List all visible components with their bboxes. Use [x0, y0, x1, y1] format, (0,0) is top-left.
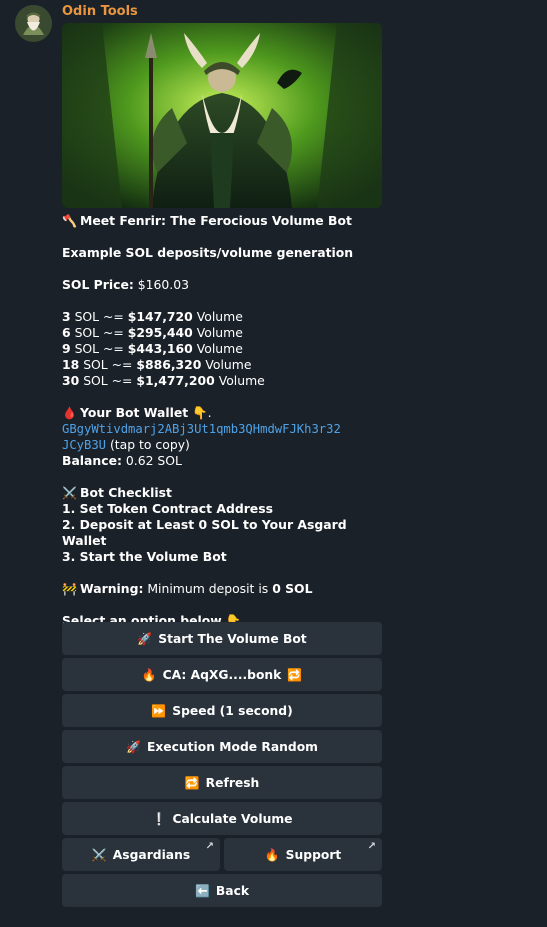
pointing-down-icon: 👇.	[192, 405, 212, 420]
fire-icon: 🔥	[264, 847, 280, 862]
contract-address-button[interactable]: 🔥 CA: AqXG....bonk 🔁	[62, 658, 382, 691]
crossed-swords-icon: ⚔️	[62, 486, 77, 500]
checklist-item: 1. Set Token Contract Address	[62, 501, 273, 516]
checklist-heading: ⚔️ Bot Checklist	[62, 485, 172, 500]
repeat-icon: 🔁	[287, 667, 303, 682]
deposit-row: 6 SOL ~= $295,440 Volume	[62, 325, 243, 340]
sender-avatar[interactable]	[15, 5, 52, 42]
refresh-button[interactable]: 🔁 Refresh	[62, 766, 382, 799]
external-link-icon: ↗	[367, 841, 376, 852]
message-subheading: Example SOL deposits/volume generation	[62, 245, 354, 260]
wallet-address[interactable]: GBgyWtivdmarj2ABj3Ut1qmb3QHmdwFJKh3r32 J…	[62, 421, 382, 453]
calculate-volume-button[interactable]: ❕ Calculate Volume	[62, 802, 382, 835]
back-arrow-icon: ⬅️	[194, 883, 210, 898]
message-body: 🪓 Meet Fenrir: The Ferocious Volume Bot E…	[62, 213, 382, 629]
speed-button[interactable]: ⏩ Speed (1 second)	[62, 694, 382, 727]
back-button[interactable]: ⬅️ Back	[62, 874, 382, 907]
support-link-button[interactable]: 🔥 Support ↗	[224, 838, 382, 871]
deposit-row: 9 SOL ~= $443,160 Volume	[62, 341, 243, 356]
rocket-icon: 🚀	[137, 631, 153, 646]
axe-icon: 🪓	[62, 214, 77, 228]
deposit-row: 30 SOL ~= $1,477,200 Volume	[62, 373, 265, 388]
fire-icon: 🔥	[141, 667, 157, 682]
asgardians-link-button[interactable]: ⚔️ Asgardians ↗	[62, 838, 220, 871]
checklist-item: 3. Start the Volume Bot	[62, 549, 227, 564]
refresh-icon: 🔁	[184, 775, 200, 790]
wallet-balance: Balance: 0.62 SOL	[62, 453, 182, 468]
blood-drop-icon: 🩸	[62, 406, 77, 420]
exclamation-icon: ❕	[151, 811, 167, 826]
hero-image[interactable]	[62, 23, 382, 208]
crossed-swords-icon: ⚔️	[91, 847, 107, 862]
message-heading: 🪓 Meet Fenrir: The Ferocious Volume Bot	[62, 213, 352, 228]
execution-mode-button[interactable]: 🚀 Execution Mode Random	[62, 730, 382, 763]
wallet-heading: 🩸 Your Bot Wallet 👇.	[62, 405, 212, 420]
external-link-icon: ↗	[205, 841, 214, 852]
sender-name[interactable]: Odin Tools	[62, 4, 138, 19]
deposit-row: 18 SOL ~= $886,320 Volume	[62, 357, 252, 372]
rocket-icon: 🚀	[126, 739, 141, 754]
deposit-row: 3 SOL ~= $147,720 Volume	[62, 309, 243, 324]
fast-forward-icon: ⏩	[151, 703, 167, 718]
warning-line: 🚧 Warning: Minimum deposit is 0 SOL	[62, 581, 313, 596]
deposit-list: 3 SOL ~= $147,720 Volume 6 SOL ~= $295,4…	[62, 309, 382, 389]
start-volume-bot-button[interactable]: 🚀 Start The Volume Bot	[62, 622, 382, 655]
construction-icon: 🚧	[62, 582, 77, 596]
checklist-item: 2. Deposit at Least 0 SOL to Your Asgard…	[62, 517, 347, 548]
sol-price: SOL Price: $160.03	[62, 277, 190, 292]
